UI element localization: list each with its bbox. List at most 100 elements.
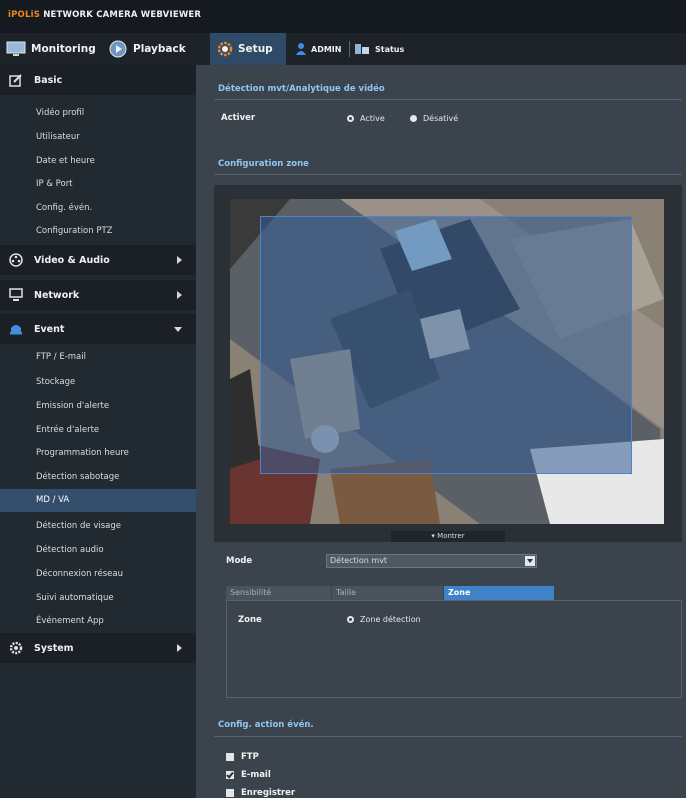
radio-selected-icon [347,115,354,122]
sidebar-item-md-va[interactable]: MD / VA [0,489,196,512]
radio-desactive[interactable]: Désativé [410,114,458,123]
detection-zone-overlay[interactable] [260,216,632,474]
radio-active[interactable]: Active [347,114,385,123]
gear-icon [9,641,23,655]
checkbox-unchecked-icon [226,753,234,761]
status-icon [355,44,369,54]
zone-label: Zone [238,615,262,625]
divider [214,99,682,100]
camera-image[interactable] [230,199,664,524]
radio-active-label: Active [360,114,385,123]
sidebar-item-suivi-automatique[interactable]: Suivi automatique [36,590,114,606]
mode-select-value: Détection mvt [330,556,388,565]
status-label: Status [375,44,405,54]
checkbox-checked-icon [226,771,234,779]
sidebar-item-utilisateur[interactable]: Utilisateur [36,129,80,145]
sidebar-item-stockage[interactable]: Stockage [36,374,75,390]
brand-logo: iPOLiS [8,10,41,20]
action-config-title: Config. action évén. [218,720,314,730]
sidebar-item-evenement-app[interactable]: Événement App [36,613,104,629]
sidebar-section-video-audio[interactable]: Video & Audio [0,245,196,275]
camera-preview-frame: ▾ Montrer [214,185,682,542]
show-toggle-button[interactable]: ▾ Montrer [391,531,505,542]
activer-label: Activer [221,113,256,123]
sidebar-section-video-audio-label: Video & Audio [34,254,110,266]
user-icon [296,43,306,55]
tab-playback-label: Playback [133,43,186,55]
sidebar-section-system[interactable]: System [0,633,196,663]
sidebar-section-event[interactable]: Event [0,314,196,344]
checkbox-email[interactable]: E-mail [226,770,271,780]
admin-label: ADMIN [311,44,342,54]
sidebar: Basic Vidéo profil Utilisateur Date et h… [0,65,196,798]
divider [214,174,682,175]
sidebar-item-deconnexion-reseau[interactable]: Déconnexion réseau [36,566,123,582]
radio-selected-icon [347,616,354,623]
nav-divider [349,41,350,57]
tab-sensibilite[interactable]: Sensibilité [226,586,332,600]
checkbox-ftp[interactable]: FTP [226,752,259,762]
show-button-label: Montrer [437,532,465,540]
top-bar: iPOLiS NETWORK CAMERA WEBVIEWER [0,0,686,33]
checkbox-unchecked-icon [226,789,234,797]
tab-monitoring[interactable]: Monitoring [6,33,96,65]
sidebar-section-basic-label: Basic [34,74,63,86]
sidebar-item-programmation-heure[interactable]: Programmation heure [36,445,129,461]
sidebar-item-emission-alerte[interactable]: Emission d'alerte [36,398,109,414]
chevron-right-icon [177,291,182,299]
sidebar-item-config-even[interactable]: Config. évén. [36,200,92,216]
radio-unselected-icon [410,115,417,122]
zone-config-title: Configuration zone [218,159,309,169]
mode-select[interactable]: Détection mvt [326,554,537,568]
sidebar-section-basic[interactable]: Basic [0,65,196,95]
film-reel-icon [9,253,23,267]
sidebar-section-event-label: Event [34,323,65,335]
pencil-icon [9,73,23,87]
sidebar-item-detection-visage[interactable]: Détection de visage [36,518,121,534]
sidebar-section-system-label: System [34,642,74,654]
network-icon [9,288,23,302]
checkbox-enregistrer[interactable]: Enregistrer [226,788,295,798]
tab-setup-label: Setup [238,43,273,55]
chevron-down-icon [174,327,182,332]
sidebar-item-detection-sabotage[interactable]: Détection sabotage [36,469,119,485]
brand-title: NETWORK CAMERA WEBVIEWER [40,10,202,20]
mode-label: Mode [226,556,253,566]
main-content: Détection mvt/Analytique de vidéo Active… [196,65,686,798]
main-nav: Monitoring Playback Setup ADMIN Status [0,33,686,65]
admin-user[interactable]: ADMIN [296,33,341,65]
monitor-icon [6,41,26,56]
sidebar-item-entree-alerte[interactable]: Entrée d'alerte [36,422,99,438]
tab-playback[interactable]: Playback [108,33,186,65]
checkbox-email-label: E-mail [241,770,271,780]
tab-taille[interactable]: Taille [332,586,444,600]
zone-panel [226,600,682,698]
sidebar-section-network[interactable]: Network [0,280,196,310]
event-icon [9,322,23,336]
section-title-md-va: Détection mvt/Analytique de vidéo [218,84,385,94]
radio-desactive-label: Désativé [423,114,459,123]
radio-zone-detection-label: Zone détection [360,615,421,624]
gear-icon [217,41,233,57]
sidebar-section-network-label: Network [34,289,80,301]
chevron-right-icon [177,256,182,264]
tab-setup[interactable]: Setup [210,33,286,65]
chevron-right-icon [177,644,182,652]
divider [214,736,682,737]
sidebar-item-configuration-ptz[interactable]: Configuration PTZ [36,223,113,239]
sidebar-item-ftp-email[interactable]: FTP / E-mail [36,349,86,365]
checkbox-ftp-label: FTP [241,752,259,762]
sidebar-item-video-profil[interactable]: Vidéo profil [36,105,84,121]
playback-icon [109,40,127,58]
checkbox-enregistrer-label: Enregistrer [241,788,296,798]
sidebar-item-date-heure[interactable]: Date et heure [36,153,95,169]
status-link[interactable]: Status [354,33,404,65]
mode-tabs: Sensibilité Taille Zone [226,586,555,600]
tab-monitoring-label: Monitoring [31,43,96,55]
radio-zone-detection[interactable]: Zone détection [347,615,421,624]
chevron-down-icon [525,556,535,566]
sidebar-item-detection-audio[interactable]: Détection audio [36,542,104,558]
sidebar-item-ip-port[interactable]: IP & Port [36,176,73,192]
app-title: iPOLiS NETWORK CAMERA WEBVIEWER [8,10,201,20]
tab-zone[interactable]: Zone [444,586,555,600]
